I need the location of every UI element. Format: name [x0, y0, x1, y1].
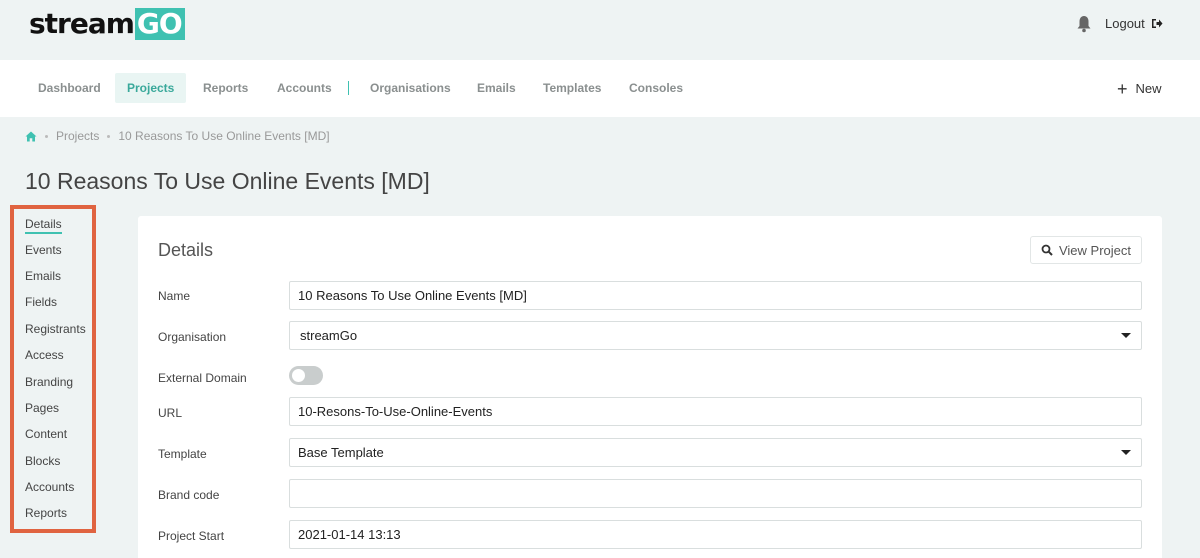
name-input[interactable]: 10 Reasons To Use Online Events [MD] [289, 281, 1142, 310]
view-project-label: View Project [1058, 242, 1131, 258]
project-start-label: Project Start [158, 529, 225, 543]
sidebar-item-pages[interactable]: Pages [25, 401, 59, 415]
logo-text: stream [29, 7, 135, 40]
view-project-button[interactable]: View Project [1030, 236, 1142, 264]
search-icon [1041, 244, 1053, 256]
logout-icon [1151, 19, 1163, 28]
bell-icon[interactable] [1076, 15, 1092, 33]
logo-box-text: GO [134, 8, 185, 40]
breadcrumb-projects[interactable]: Projects [56, 129, 99, 143]
breadcrumb-separator [107, 134, 111, 138]
nav-consoles[interactable]: Consoles [617, 73, 695, 103]
sidebar-item-blocks[interactable]: Blocks [25, 454, 60, 468]
name-label: Name [158, 289, 191, 303]
project-start-input[interactable]: 2021-01-14 13:13 [289, 520, 1142, 549]
sidebar-item-details[interactable]: Details [25, 217, 62, 234]
external-domain-label: External Domain [158, 371, 247, 385]
sidebar-item-fields[interactable]: Fields [25, 295, 57, 309]
sidebar-item-emails[interactable]: Emails [25, 269, 61, 283]
sidebar-item-access[interactable]: Access [25, 348, 64, 362]
sidebar-item-reports[interactable]: Reports [25, 506, 67, 520]
nav-separator [348, 81, 349, 95]
logout-button[interactable]: Logout [1105, 16, 1163, 31]
toggle-knob [292, 369, 305, 382]
top-bar: stream GO Logout [0, 0, 1200, 60]
home-icon[interactable] [25, 131, 37, 142]
sidebar-item-content[interactable]: Content [25, 427, 67, 441]
nav-accounts[interactable]: Accounts [265, 73, 344, 103]
template-select[interactable]: Base Template [289, 438, 1142, 467]
new-label: New [1135, 81, 1162, 96]
template-value: Base Template [298, 445, 384, 460]
external-domain-toggle[interactable] [289, 366, 323, 385]
organisation-label: Organisation [158, 330, 227, 344]
details-card: Details View Project Name 10 Reasons To … [138, 216, 1162, 558]
project-sidebar: Details Events Emails Fields Registrants… [10, 205, 96, 533]
url-input[interactable]: 10-Resons-To-Use-Online-Events [289, 397, 1142, 426]
breadcrumb-separator [45, 134, 48, 138]
nav-projects[interactable]: Projects [115, 73, 187, 103]
plus-icon: + [1117, 78, 1128, 99]
organisation-select[interactable]: streamGo [289, 321, 1142, 350]
template-label: Template [158, 447, 207, 461]
nav-emails[interactable]: Emails [465, 73, 528, 103]
details-title: Details [158, 240, 214, 260]
new-button[interactable]: + New [1117, 78, 1162, 99]
brand-code-input[interactable] [289, 479, 1142, 508]
logout-label: Logout [1105, 16, 1145, 31]
brand-code-label: Brand code [158, 488, 220, 502]
chevron-down-icon [1121, 450, 1131, 455]
breadcrumb: Projects 10 Reasons To Use Online Events… [25, 129, 330, 143]
url-label: URL [158, 406, 183, 420]
organisation-value: streamGo [300, 328, 358, 343]
sidebar-item-events[interactable]: Events [25, 243, 62, 257]
sidebar-item-accounts[interactable]: Accounts [25, 480, 74, 494]
sidebar-item-branding[interactable]: Branding [25, 375, 73, 389]
nav-templates[interactable]: Templates [531, 73, 613, 103]
breadcrumb-current: 10 Reasons To Use Online Events [MD] [118, 129, 330, 143]
sidebar-item-registrants[interactable]: Registrants [25, 322, 86, 336]
streamgo-logo[interactable]: stream GO [29, 8, 185, 40]
nav-dashboard[interactable]: Dashboard [26, 73, 113, 103]
chevron-down-icon [1121, 333, 1131, 338]
main-nav: Dashboard Projects Reports Accounts Orga… [0, 60, 1200, 117]
nav-reports[interactable]: Reports [191, 73, 260, 103]
nav-organisations[interactable]: Organisations [358, 73, 463, 103]
page-title: 10 Reasons To Use Online Events [MD] [25, 168, 430, 194]
